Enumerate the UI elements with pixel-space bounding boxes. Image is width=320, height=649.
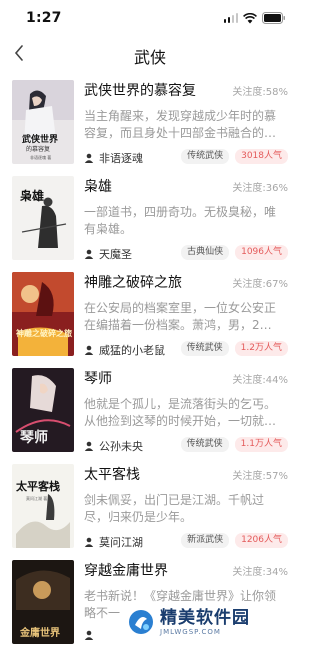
book-cover: 太平客栈 莫问江湖 著 — [12, 464, 74, 548]
attention-rate: 关注度:57% — [232, 471, 288, 482]
tags: 古典仙侠 1096人气 — [181, 245, 288, 260]
author-row: 威猛的小老鼠 — [84, 342, 165, 358]
book-cover: 枭雄 — [12, 176, 74, 260]
book-description: 一部道书，四册奇功。无极臭秘，唯有枭雄。 — [84, 205, 277, 236]
tags: 新派武侠 1206人气 — [181, 533, 288, 548]
author-row: 天魔圣 — [84, 246, 132, 262]
popularity-badge: 1.2万人气 — [234, 341, 288, 356]
cover-title: 枭雄 — [19, 188, 44, 203]
author-row — [84, 630, 94, 640]
status-time: 1:27 — [26, 10, 62, 26]
attention-rate: 关注度:58% — [232, 87, 288, 98]
book-title: 穿越金庸世界 — [84, 563, 168, 579]
author-name[interactable]: 公孙未央 — [99, 438, 143, 454]
attention-rate: 关注度:36% — [232, 183, 288, 194]
signal-icon — [223, 13, 238, 23]
book-title: 神雕之破碎之旅 — [84, 275, 182, 291]
author-name[interactable]: 威猛的小老鼠 — [99, 342, 165, 358]
book-description: 当主角醒来，发现穿越成少年时的慕容复，而且身处十四部金书融合的大武… — [84, 109, 277, 140]
book-item[interactable]: 神雕之破碎之旅 神雕之破碎之旅 关注度:67% 在公安局的档案室里，一位女公安正… — [0, 266, 300, 362]
attention-rate: 关注度:34% — [232, 567, 288, 578]
watermark-url: JMLWGSP.COM — [160, 628, 221, 636]
person-icon — [84, 153, 94, 163]
genre-tag[interactable]: 古典仙侠 — [181, 245, 230, 260]
book-item[interactable]: 太平客栈 莫问江湖 著 太平客栈 关注度:57% 剑未佩妥，出门已是江湖。千帆过… — [0, 458, 300, 554]
genre-tag[interactable]: 传统武侠 — [180, 437, 229, 452]
attention-rate: 关注度:67% — [232, 279, 288, 290]
battery-icon — [262, 12, 286, 24]
book-item[interactable]: 武侠世界 的慕容复 非语逐魂 著 武侠世界的慕容复 关注度:58% 当主角醒来，… — [0, 74, 300, 170]
cover-title: 太平客栈 — [15, 479, 60, 493]
status-bar: 1:27 — [0, 0, 300, 34]
tags: 传统武侠 1.2万人气 — [180, 341, 288, 356]
author-name[interactable]: 天魔圣 — [99, 246, 132, 262]
book-description: 在公安局的档案室里，一位女公安正在编描着一份档案。萧鸿，男，26岁，… — [84, 301, 277, 332]
cover-subtitle: 的慕容复 — [26, 145, 50, 153]
author-name[interactable]: 非语逐魂 — [99, 150, 143, 166]
book-cover: 武侠世界 的慕容复 非语逐魂 著 — [12, 80, 74, 164]
person-icon — [84, 537, 94, 547]
popularity-badge: 1096人气 — [235, 245, 288, 260]
person-icon — [84, 441, 94, 451]
book-list: 武侠世界 的慕容复 非语逐魂 著 武侠世界的慕容复 关注度:58% 当主角醒来，… — [0, 74, 300, 649]
person-icon — [84, 345, 94, 355]
page-title: 武侠 — [133, 48, 166, 67]
book-item[interactable]: 琴师 琴师 关注度:44% 他就是个孤儿，是流落街头的乞丐。从他捡到这琴的时候开… — [0, 362, 300, 458]
person-icon — [84, 249, 94, 259]
person-icon — [84, 630, 94, 640]
cover-title: 金庸世界 — [19, 626, 60, 639]
attention-rate: 关注度:44% — [232, 375, 288, 386]
book-cover: 金庸世界 — [12, 560, 74, 644]
cover-title: 武侠世界 — [22, 133, 58, 145]
watermark: 精美软件园 JMLWGSP.COM — [128, 602, 288, 642]
genre-tag[interactable]: 传统武侠 — [180, 341, 229, 356]
author-name[interactable]: 莫问江湖 — [99, 534, 143, 550]
book-description: 剑未佩妥，出门已是江湖。千帆过尽，归来仍是少年。 — [84, 493, 265, 524]
book-title: 武侠世界的慕容复 — [84, 83, 196, 99]
genre-tag[interactable]: 传统武侠 — [181, 149, 230, 164]
book-cover: 神雕之破碎之旅 — [12, 272, 74, 356]
watermark-logo-icon — [129, 610, 153, 634]
book-item[interactable]: 枭雄 枭雄 关注度:36% 一部道书，四册奇功。无极臭秘，唯有枭雄。 天魔圣 古… — [0, 170, 300, 266]
cover-title: 琴师 — [20, 429, 48, 446]
popularity-badge: 1.1万人气 — [234, 437, 288, 452]
cover-subtitle: 莫问江湖 著 — [26, 495, 47, 501]
tags: 传统武侠 1.1万人气 — [180, 437, 288, 452]
status-icons — [223, 12, 287, 24]
book-description: 他就是个孤儿，是流落街头的乞丐。从他捡到这琴的时候开始，一切就变得… — [84, 397, 277, 428]
cover-title: 神雕之破碎之旅 — [16, 328, 72, 338]
tags: 传统武侠 3018人气 — [181, 149, 288, 164]
nav-bar: 武侠 — [0, 34, 300, 74]
book-title: 太平客栈 — [84, 467, 140, 483]
book-cover: 琴师 — [12, 368, 74, 452]
author-row: 非语逐魂 — [84, 150, 143, 166]
watermark-title: 精美软件园 — [160, 608, 250, 628]
popularity-badge: 1206人气 — [235, 533, 288, 548]
wifi-icon — [243, 12, 257, 24]
watermark-text: 精美软件园 JMLWGSP.COM — [160, 608, 250, 636]
cover-author: 非语逐魂 著 — [30, 154, 51, 160]
book-title: 枭雄 — [84, 179, 112, 195]
genre-tag[interactable]: 新派武侠 — [181, 533, 230, 548]
author-row: 公孙未央 — [84, 438, 143, 454]
book-title: 琴师 — [84, 371, 112, 387]
author-row: 莫问江湖 — [84, 534, 143, 550]
popularity-badge: 3018人气 — [235, 149, 288, 164]
